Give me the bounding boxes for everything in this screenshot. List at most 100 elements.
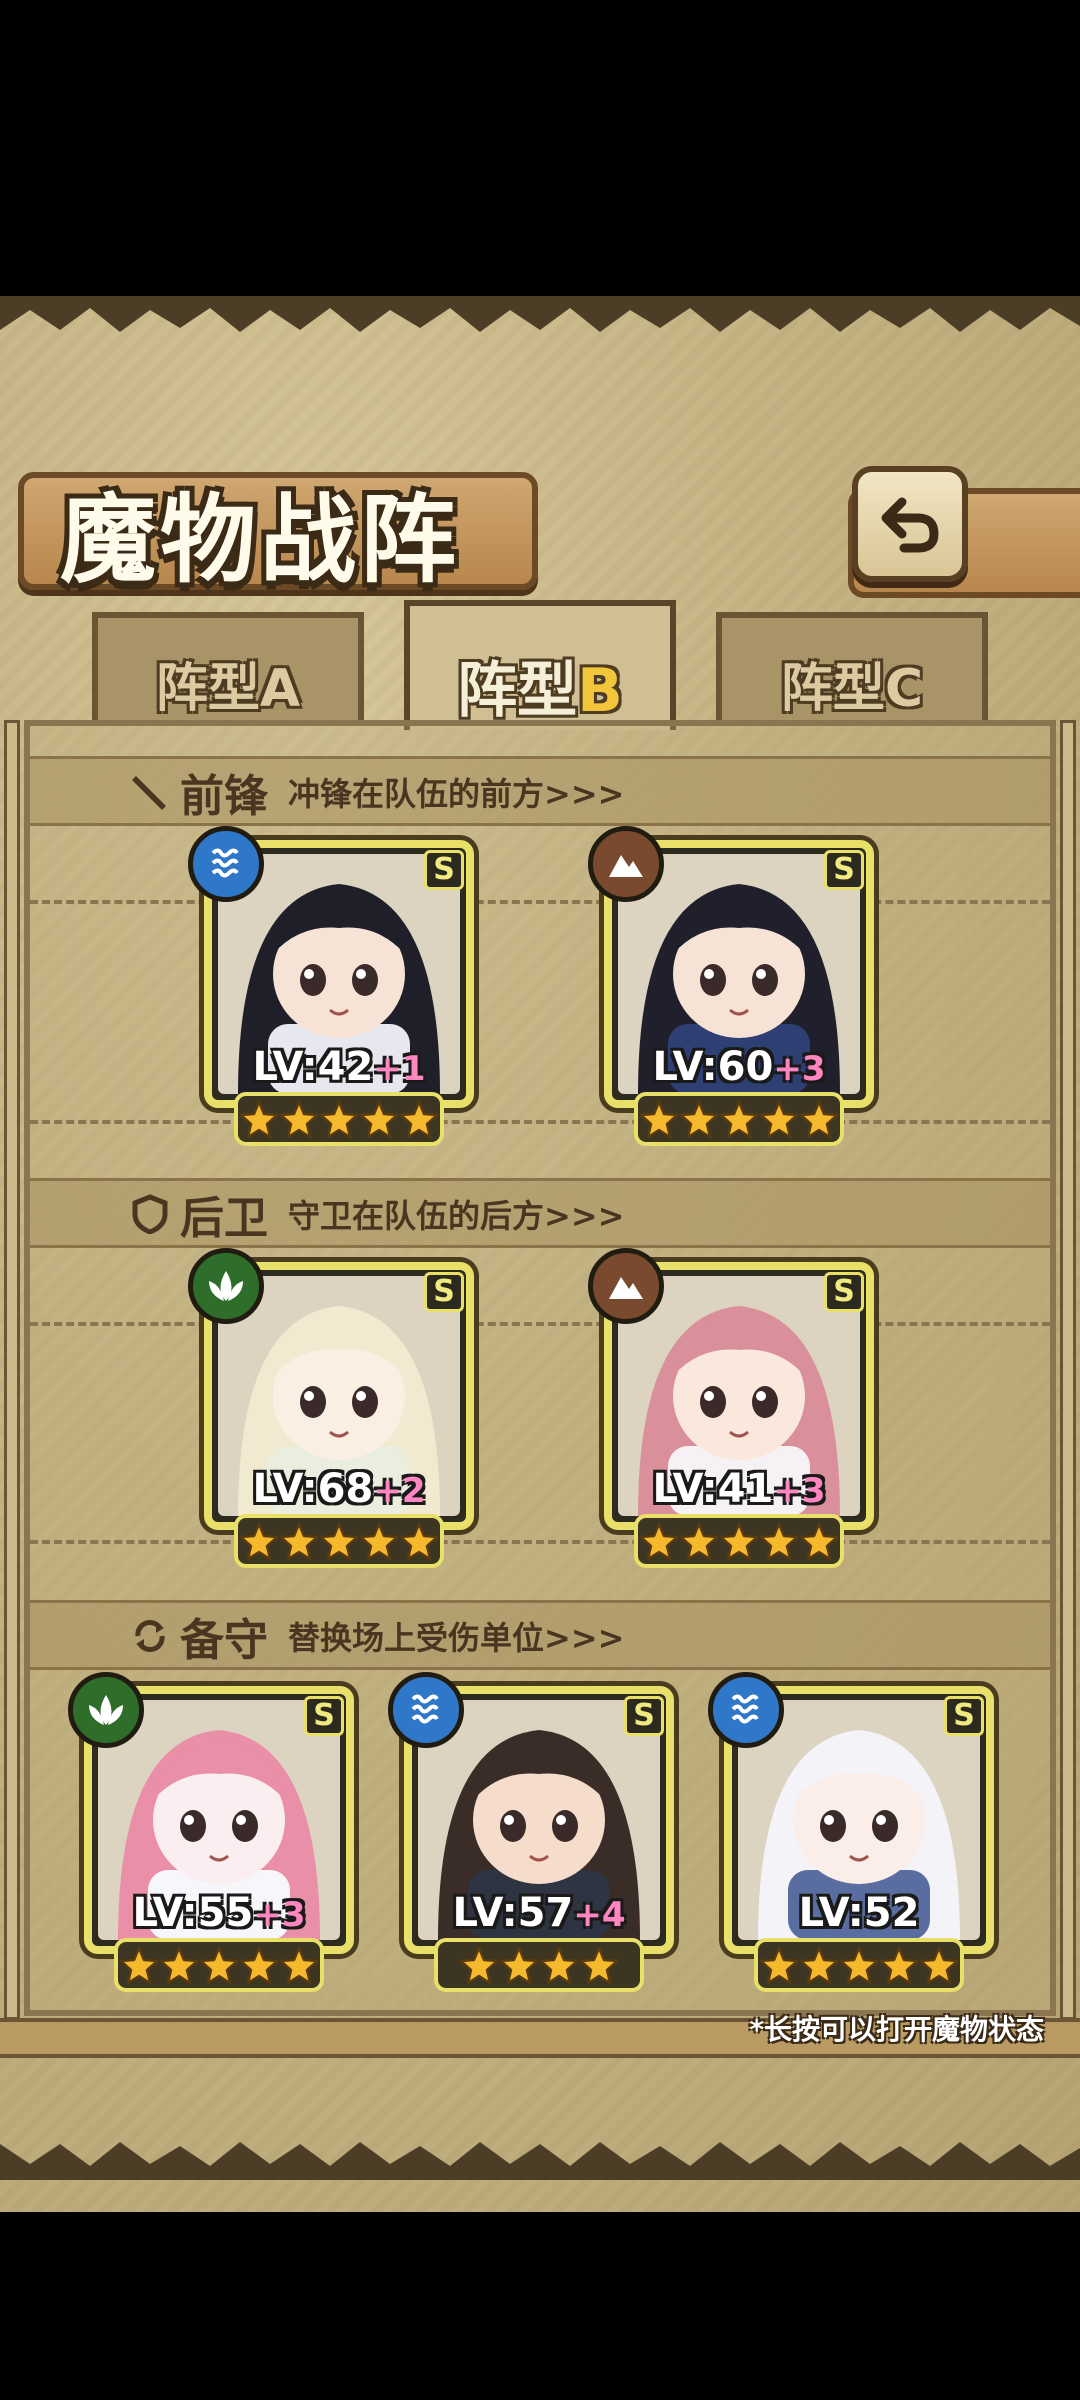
unit-level: LV:55+3 <box>84 1890 354 1936</box>
torn-edge-top <box>0 296 1080 332</box>
star-icon <box>359 1100 399 1139</box>
back-button[interactable] <box>852 466 968 582</box>
star-icon <box>119 1946 159 1985</box>
water-element-icon <box>411 1694 439 1724</box>
star-icon <box>919 1946 959 1985</box>
row-guide <box>30 1540 1050 1544</box>
tab-formation-c[interactable]: 阵型C <box>716 612 988 720</box>
rear-section-header: 后卫 守卫在队伍的后方>>> <box>130 1184 624 1244</box>
tab-formation-b[interactable]: 阵型B <box>404 600 676 730</box>
star-icon <box>239 1946 279 1985</box>
star-icon <box>359 1522 399 1561</box>
level-value: LV:52 <box>798 1890 920 1936</box>
star-icon <box>399 1522 439 1561</box>
unit-level: LV:57+4 <box>404 1890 674 1936</box>
front-section-subtitle: 冲锋在队伍的前方>>> <box>288 775 625 813</box>
unit-level: LV:41+3 <box>604 1466 874 1512</box>
rank-badge: S <box>304 1696 344 1736</box>
level-value: LV:55 <box>132 1890 254 1936</box>
tab-formation-a[interactable]: 阵型A <box>92 612 364 720</box>
tab-formation-b-label: 阵型B <box>410 642 670 729</box>
element-badge <box>188 1248 264 1324</box>
element-badge <box>68 1672 144 1748</box>
right-rail <box>1060 720 1076 2020</box>
unit-level: LV:68+2 <box>204 1466 474 1512</box>
star-icon <box>799 1946 839 1985</box>
star-icon <box>459 1946 499 1985</box>
unit-level: LV:52 <box>724 1890 994 1936</box>
left-rail <box>4 720 20 2020</box>
element-badge <box>708 1672 784 1748</box>
front-section-header: 前锋 冲锋在队伍的前方>>> <box>130 762 624 822</box>
element-badge <box>588 1248 664 1324</box>
swap-icon <box>135 1620 165 1652</box>
tab-formation-c-label: 阵型C <box>780 659 924 719</box>
level-bonus: +3 <box>773 1049 826 1089</box>
reserve-unit-card-1[interactable]: S LV:55+3 <box>68 1672 354 1992</box>
star-rating <box>634 1514 844 1568</box>
star-icon <box>499 1946 539 1985</box>
front-unit-card-1[interactable]: S LV:42+1 <box>188 826 474 1146</box>
level-bonus: +4 <box>573 1895 626 1935</box>
reserve-unit-card-3[interactable]: S LV:52 <box>708 1672 994 1992</box>
star-icon <box>319 1522 359 1561</box>
tab-formation-a-label: 阵型A <box>155 659 301 719</box>
level-value: LV:68 <box>252 1466 374 1512</box>
rear-unit-card-2[interactable]: S LV:41+3 <box>588 1248 874 1568</box>
rear-unit-card-1[interactable]: S LV:68+2 <box>188 1248 474 1568</box>
star-icon <box>279 1946 319 1985</box>
star-icon <box>239 1522 279 1561</box>
front-unit-card-2[interactable]: S LV:60+3 <box>588 826 874 1146</box>
star-icon <box>159 1946 199 1985</box>
element-badge <box>188 826 264 902</box>
reserve-section-subtitle: 替换场上受伤单位>>> <box>288 1619 625 1657</box>
star-icon <box>399 1100 439 1139</box>
star-icon <box>199 1946 239 1985</box>
star-icon <box>839 1946 879 1985</box>
star-rating <box>754 1938 964 1992</box>
reserve-unit-card-2[interactable]: S LV:57+4 <box>388 1672 674 1992</box>
torn-edge-bottom <box>0 2142 1080 2180</box>
star-icon <box>639 1522 679 1561</box>
star-icon <box>799 1522 839 1561</box>
earth-element-icon <box>609 1277 643 1299</box>
star-icon <box>279 1100 319 1139</box>
star-icon <box>539 1946 579 1985</box>
level-bonus: +3 <box>253 1895 306 1935</box>
rear-section-title: 后卫 <box>180 1193 268 1244</box>
star-icon <box>719 1522 759 1561</box>
star-icon <box>279 1522 319 1561</box>
long-press-hint: *长按可以打开魔物状态 <box>749 2013 1044 2046</box>
level-value: LV:42 <box>252 1044 374 1090</box>
row-guide <box>30 1120 1050 1124</box>
rank-badge: S <box>424 1272 464 1312</box>
element-badge <box>588 826 664 902</box>
unit-level: LV:60+3 <box>604 1044 874 1090</box>
shield-icon <box>132 1194 168 1234</box>
rear-section-subtitle: 守卫在队伍的后方>>> <box>288 1197 625 1235</box>
water-element-icon <box>731 1694 759 1724</box>
rank-badge: S <box>824 1272 864 1312</box>
rank-badge: S <box>944 1696 984 1736</box>
star-icon <box>759 1946 799 1985</box>
element-badge <box>388 1672 464 1748</box>
back-arrow-icon <box>881 497 939 553</box>
tab-formation-b-main: 阵型 <box>457 656 578 726</box>
star-icon <box>879 1946 919 1985</box>
row-guide <box>30 900 1050 904</box>
unit-level: LV:42+1 <box>204 1044 474 1090</box>
star-rating <box>234 1092 444 1146</box>
level-bonus: +2 <box>373 1471 426 1511</box>
level-value: LV:57 <box>452 1890 574 1936</box>
rank-badge: S <box>424 850 464 890</box>
wind-element-icon <box>89 1695 123 1725</box>
level-bonus: +1 <box>373 1049 426 1089</box>
reserve-section-header: 备守 替换场上受伤单位>>> <box>130 1606 624 1666</box>
level-value: LV:41 <box>652 1466 774 1512</box>
page-title: 魔物战阵 <box>60 483 460 596</box>
star-icon <box>679 1522 719 1561</box>
rank-badge: S <box>624 1696 664 1736</box>
star-icon <box>319 1100 359 1139</box>
row-guide <box>30 1322 1050 1326</box>
level-bonus: +3 <box>773 1471 826 1511</box>
